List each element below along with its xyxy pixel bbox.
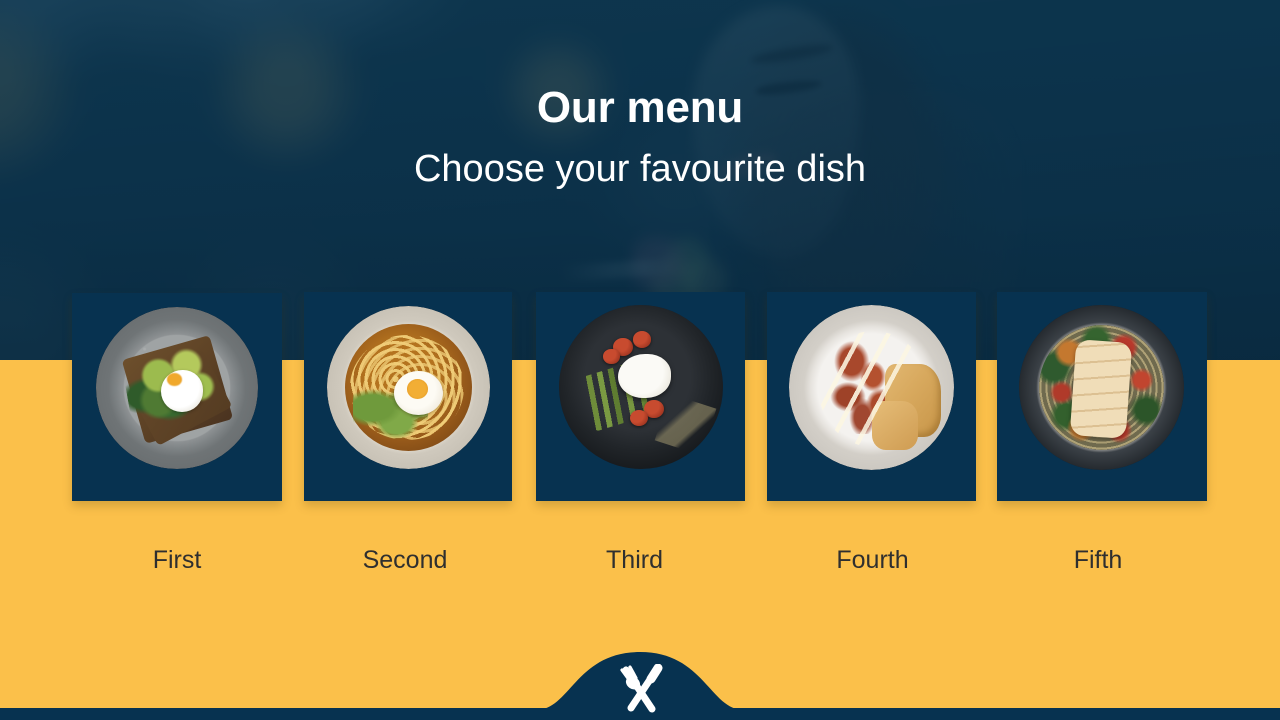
dish-thumbnail-fourth bbox=[789, 305, 954, 470]
menu-label-second: Second bbox=[362, 546, 448, 574]
menu-label-first: First bbox=[152, 546, 202, 574]
menu-card-first[interactable] bbox=[72, 293, 282, 501]
caesar-salad-icon bbox=[789, 305, 954, 470]
menu-label-third: Third bbox=[606, 546, 663, 574]
dish-thumbnail-first bbox=[96, 307, 258, 469]
menu-card-third[interactable] bbox=[536, 292, 745, 501]
fork-and-knife-icon bbox=[614, 664, 668, 716]
ramen-bowl-icon bbox=[327, 306, 490, 469]
avocado-toast-icon bbox=[96, 307, 258, 469]
menu-card-fifth[interactable] bbox=[997, 292, 1207, 501]
menu-label-fifth: Fifth bbox=[1073, 546, 1123, 574]
grain-bowl-icon bbox=[1019, 305, 1184, 470]
dish-thumbnail-second bbox=[327, 306, 490, 469]
dish-thumbnail-fifth bbox=[1019, 305, 1184, 470]
heading-block: Our menu Choose your favourite dish bbox=[0, 0, 1280, 191]
menu-label-fourth: Fourth bbox=[836, 546, 909, 574]
menu-label-row: First Second Third Fourth Fifth bbox=[0, 545, 1280, 589]
poached-egg-icon bbox=[618, 354, 671, 399]
menu-card-second[interactable] bbox=[304, 292, 512, 501]
slide-root: Our menu Choose your favourite dish Firs… bbox=[0, 0, 1280, 720]
page-title: Our menu bbox=[536, 83, 744, 132]
page-subtitle: Choose your favourite dish bbox=[413, 148, 867, 191]
tomato-icon bbox=[603, 349, 620, 365]
menu-card-fourth[interactable] bbox=[767, 292, 976, 501]
dressing-drizzle-icon bbox=[818, 331, 928, 447]
yolk-icon bbox=[406, 379, 429, 399]
tomato-icon bbox=[632, 331, 651, 348]
tomato-icon bbox=[629, 409, 648, 427]
dish-thumbnail-third bbox=[559, 305, 723, 469]
sliced-chicken-icon bbox=[1070, 339, 1133, 439]
asparagus-plate-icon bbox=[559, 305, 723, 469]
